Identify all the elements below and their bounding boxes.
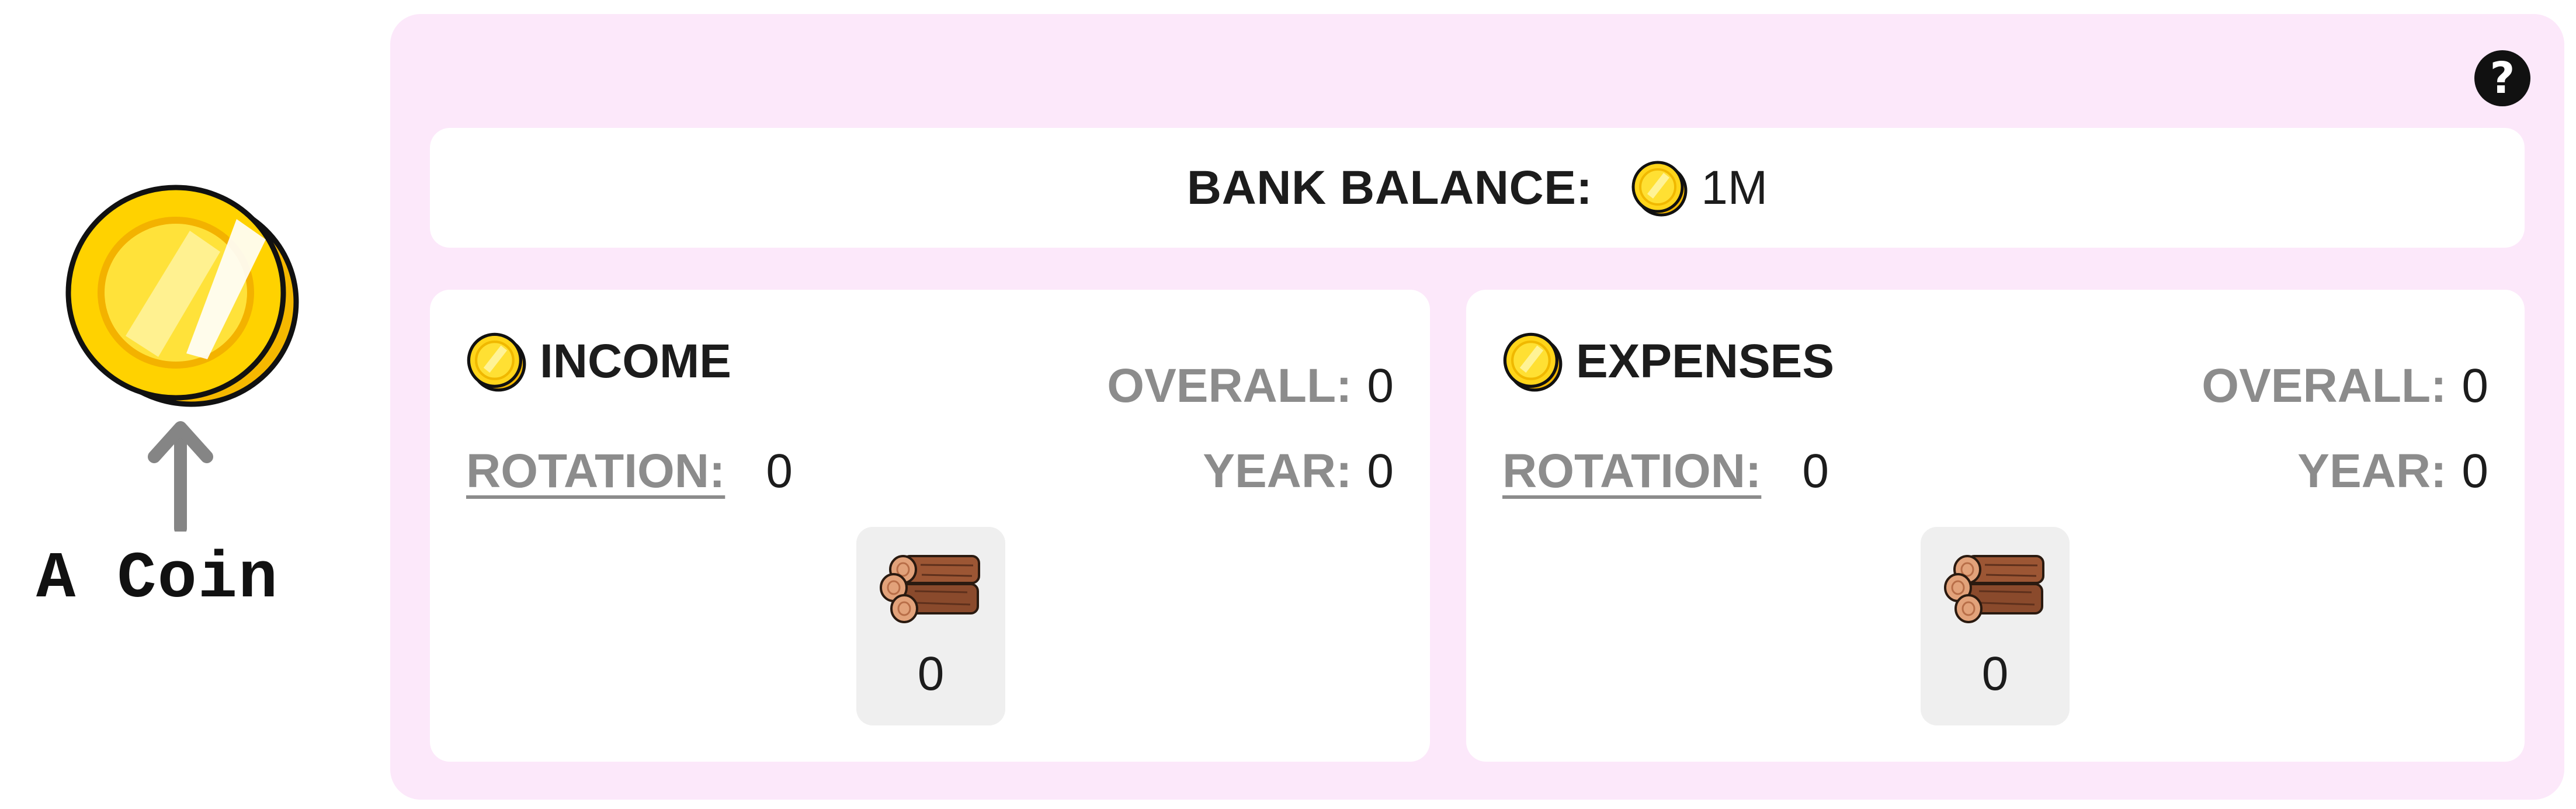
- income-wood-value: 0: [917, 647, 945, 700]
- expenses-wood-tile: 0: [1921, 527, 2070, 725]
- expenses-card: EXPENSES OVERALL: 0 ROTATION: 0 YEAR: 0 …: [1466, 290, 2525, 762]
- income-overall-label: OVERALL:: [1107, 359, 1352, 412]
- income-year: YEAR: 0: [1203, 444, 1394, 499]
- income-wood-tile: 0: [856, 527, 1005, 725]
- expenses-overall-value: 0: [2462, 359, 2488, 412]
- wood-logs-icon: [880, 550, 982, 626]
- income-header: INCOME: [465, 331, 731, 393]
- income-year-value: 0: [1367, 445, 1394, 498]
- coin-icon: [1630, 159, 1688, 217]
- coin-annotation: A Coin: [0, 0, 362, 809]
- income-title: INCOME: [540, 335, 731, 388]
- income-overall-value: 0: [1367, 359, 1394, 412]
- question-circle-icon[interactable]: ?: [2474, 50, 2530, 106]
- bank-balance-value: 1M: [1701, 161, 1768, 214]
- bank-balance-label: BANK BALANCE:: [1186, 161, 1593, 214]
- expenses-year: YEAR: 0: [2297, 444, 2488, 499]
- income-rotation-value: 0: [766, 445, 793, 498]
- coin-icon: [465, 331, 527, 393]
- expenses-header: EXPENSES: [1501, 331, 1834, 393]
- income-overall: OVERALL: 0: [1107, 359, 1394, 414]
- income-card: INCOME OVERALL: 0 ROTATION: 0 YEAR: 0 0: [430, 290, 1430, 762]
- annotation-label: A Coin: [36, 542, 279, 616]
- expenses-title: EXPENSES: [1576, 335, 1835, 388]
- expenses-year-label: YEAR:: [2297, 445, 2447, 498]
- finance-panel: ? BANK BALANCE: 1M INCOME OVERALL: 0 ROT…: [390, 14, 2564, 800]
- expenses-rotation: ROTATION: 0: [1502, 444, 1829, 499]
- wood-logs-icon: [1944, 550, 2046, 626]
- expenses-overall: OVERALL: 0: [2202, 359, 2488, 414]
- income-year-label: YEAR:: [1203, 445, 1352, 498]
- income-rotation-link[interactable]: ROTATION:: [466, 444, 725, 499]
- expenses-overall-label: OVERALL:: [2202, 359, 2447, 412]
- gold-coin-icon: [65, 185, 299, 407]
- expenses-year-value: 0: [2462, 445, 2488, 498]
- arrow-up-icon: [148, 421, 213, 532]
- expenses-rotation-link[interactable]: ROTATION:: [1502, 444, 1761, 499]
- coin-icon: [1501, 331, 1563, 393]
- expenses-wood-value: 0: [1981, 647, 2009, 700]
- expenses-rotation-value: 0: [1802, 445, 1829, 498]
- bank-balance-card: BANK BALANCE: 1M: [430, 128, 2525, 248]
- income-rotation: ROTATION: 0: [466, 444, 793, 499]
